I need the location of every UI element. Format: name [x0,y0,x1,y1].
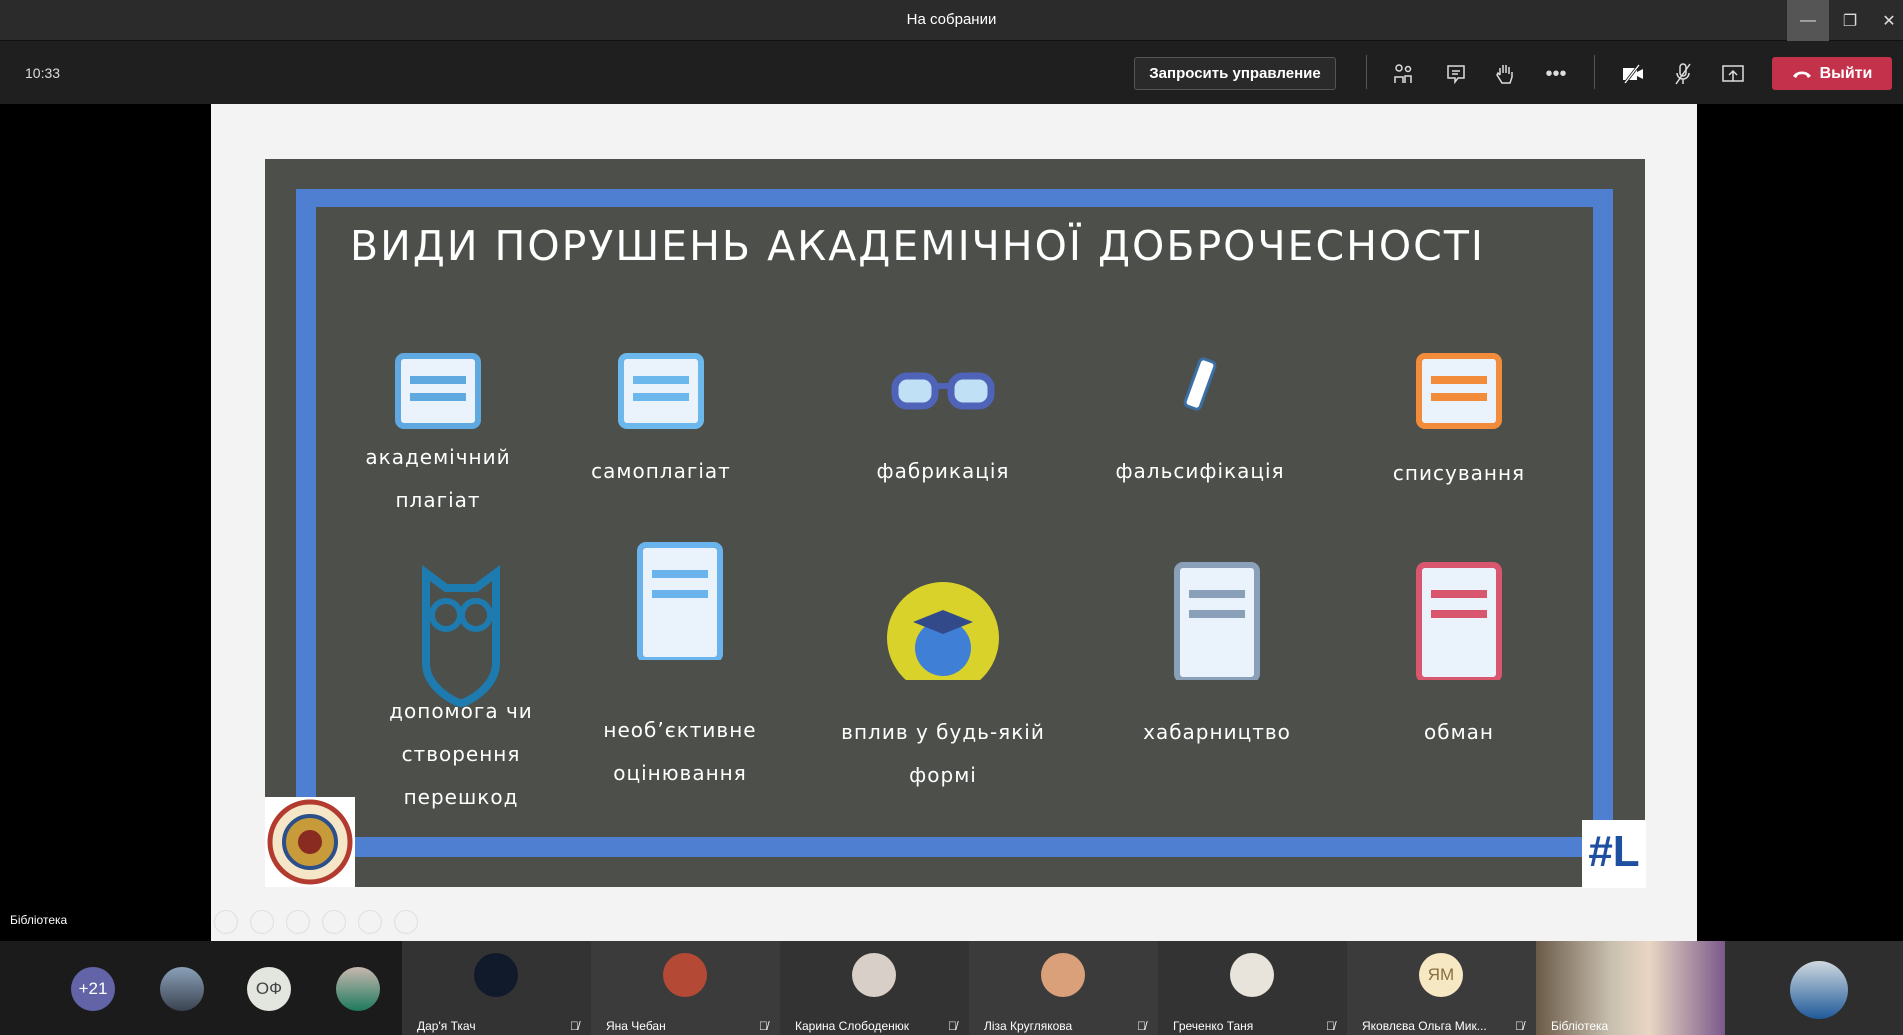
divider [1594,55,1595,89]
slide-item-label: академічний [365,445,511,469]
slide-item-label: списування [1392,461,1526,485]
next-slide-icon[interactable] [250,910,274,934]
close-button[interactable]: ✕ [1868,0,1903,41]
participant-tile[interactable]: Ліза Круглякова 🎙̸ [969,941,1158,1035]
graduate-woman-icon [1399,560,1519,683]
academic-integrity-logo: #L [1582,820,1646,888]
participant-avatar [474,953,518,997]
slide-item-label: плагіат [395,488,481,512]
window-title: На собрании [906,11,997,28]
meeting-timer: 10:33 [25,65,61,81]
slide-item-label: оцінювання [613,761,747,785]
self-avatar [1790,961,1848,1019]
participant-name: Греченко Таня [1173,1019,1254,1033]
divider [1366,55,1367,89]
slide-item-label: створення [401,742,521,766]
participant-name: Бібліотека [1551,1019,1609,1033]
mic-muted-icon: 🎙̸ [1137,1019,1146,1033]
raise-hand-icon[interactable] [1490,59,1520,89]
phone-hangup-icon [1792,71,1811,78]
teacher-board-icon [1157,560,1277,683]
leave-label: Выйти [1819,64,1873,82]
glasses-icon [883,331,1003,451]
slide-item-label: необ’єктивне [603,718,757,742]
more-icon[interactable] [394,910,418,934]
participant-avatar[interactable] [336,967,380,1011]
presenter-label: Бібліотека [10,913,68,927]
more-participants-badge[interactable]: +21 [71,967,115,1011]
university-seal-logo [265,797,355,887]
mic-muted-icon: 🎙̸ [948,1019,957,1033]
participant-avatar [852,953,896,997]
participant-name: Яна Чебан [606,1019,666,1033]
slide-item-label: обман [1424,720,1494,744]
participant-tile[interactable]: Карина Слободенюк 🎙̸ [780,941,969,1035]
participants-strip: +21 ОФ Дар'я Ткач 🎙̸ Яна Чебан 🎙̸ Карина Сло… [0,941,1903,1035]
mic-muted-icon: 🎙̸ [1326,1019,1335,1033]
share-screen-icon[interactable] [1718,59,1748,89]
certificate-icon [620,540,740,663]
globe-cap-icon [883,560,1003,694]
restore-button[interactable]: ❐ [1829,0,1871,41]
slide-item-label: хабарництво [1143,720,1291,744]
books-graduation-cap-icon [378,331,498,451]
participant-avatar [1041,953,1085,997]
pencil-icon [1140,331,1260,451]
pen-icon[interactable] [286,910,310,934]
mic-muted-icon: 🎙̸ [759,1019,768,1033]
chat-icon[interactable] [1441,59,1471,89]
participant-tile[interactable]: Бібліотека [1536,941,1725,1035]
zoom-icon[interactable] [358,910,382,934]
camera-off-icon[interactable] [1618,59,1648,89]
participant-name: Ліза Круглякова [984,1019,1073,1033]
slide-item-label: перешкод [403,785,519,809]
self-tile [1725,941,1903,1035]
participant-tile[interactable]: Яна Чебан 🎙̸ [591,941,780,1035]
mic-muted-icon[interactable] [1668,59,1698,89]
title-bar: На собрании — ❐ ✕ [0,0,1903,41]
minimize-button[interactable]: — [1787,0,1829,41]
slide-item-label: вплив у будь-якій [841,720,1045,744]
slide-navigation-tools [214,910,418,934]
participant-tile[interactable]: Греченко Таня 🎙̸ [1158,941,1347,1035]
participant-tile[interactable]: Дар'я Ткач 🎙̸ [402,941,591,1035]
participant-avatar[interactable]: ОФ [247,967,291,1011]
mic-muted-icon: 🎙̸ [570,1019,579,1033]
previous-slide-icon[interactable] [214,910,238,934]
mic-muted-icon: 🎙̸ [1515,1019,1524,1033]
notes-papers-icon [1399,331,1519,451]
book-arrows-icon [601,331,721,451]
leave-button[interactable]: Выйти [1772,57,1892,90]
participant-avatar: ЯМ [1419,953,1463,997]
slide-item-label: допомога чи [389,699,533,723]
slide-title: ВИДИ ПОРУШЕНЬ АКАДЕМІЧНОЇ ДОБРОЧЕСНОСТІ [350,222,1485,270]
meeting-controls: 10:33 Запросить управление ••• Выйти [0,41,1903,104]
participants-icon[interactable] [1389,59,1419,89]
participant-name: Карина Слободенюк [795,1019,909,1033]
participant-name: Яковлєва Ольга Мик... [1362,1019,1487,1033]
owl-icon [401,553,521,708]
participant-name: Дар'я Ткач [417,1019,476,1033]
request-control-button[interactable]: Запросить управление [1134,57,1336,90]
more-options-button[interactable]: ••• [1541,59,1571,89]
participant-avatar [663,953,707,997]
participant-avatar [1230,953,1274,997]
slide-item-label: фальсифікація [1115,459,1285,483]
slide-item-label: формі [909,763,977,787]
slides-grid-icon[interactable] [322,910,346,934]
slide-item-label: самоплагіат [591,459,731,483]
slide-item-label: фабрикація [876,459,1010,483]
participant-tile[interactable]: ЯМ Яковлєва Ольга Мик... 🎙̸ [1347,941,1536,1035]
participant-avatar[interactable] [160,967,204,1011]
